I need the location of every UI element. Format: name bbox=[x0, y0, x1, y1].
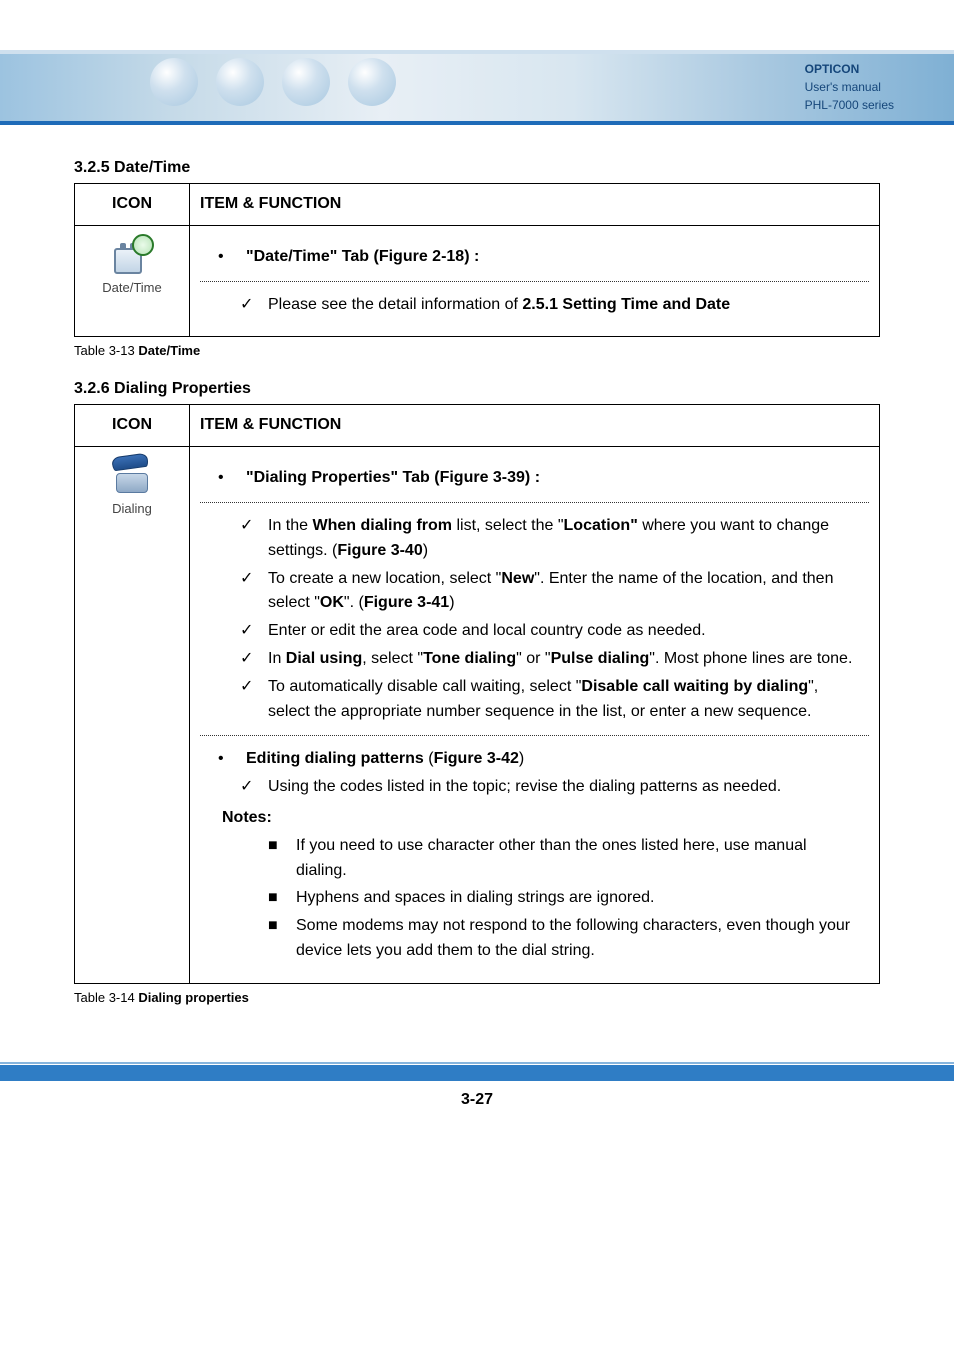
table-caption-dialing: Table 3-14 Dialing properties bbox=[74, 990, 880, 1005]
header-banner: OPTICON User's manual PHL-7000 series bbox=[0, 50, 954, 125]
note-item-1: If you need to use character other than … bbox=[296, 834, 857, 884]
square-bullet-icon: ■ bbox=[268, 834, 296, 859]
bullet-icon: • bbox=[218, 245, 246, 270]
check-icon: ✓ bbox=[240, 675, 268, 700]
date-time-icon bbox=[110, 234, 154, 274]
note-item-2: Hyphens and spaces in dialing strings ar… bbox=[296, 886, 857, 911]
bullet-icon: • bbox=[218, 466, 246, 491]
editing-patterns-heading: Editing dialing patterns (Figure 3-42) bbox=[246, 747, 857, 772]
date-time-tab-heading: "Date/Time" Tab (Figure 2-18) : bbox=[246, 245, 857, 270]
dialing-table: ICON ITEM & FUNCTION Dialing • "Dialing … bbox=[74, 404, 880, 983]
dialing-icon-cell: Dialing bbox=[75, 447, 190, 984]
dialing-item-location: In the When dialing from list, select th… bbox=[268, 514, 857, 564]
footer-bar bbox=[0, 1065, 954, 1081]
check-icon: ✓ bbox=[240, 647, 268, 672]
date-time-detail-text: Please see the detail information of 2.5… bbox=[268, 293, 857, 318]
notes-label: Notes: bbox=[218, 806, 857, 831]
check-icon: ✓ bbox=[240, 567, 268, 592]
col-header-icon-2: ICON bbox=[75, 405, 190, 447]
col-header-function: ITEM & FUNCTION bbox=[190, 184, 880, 226]
table-caption-date-time: Table 3-13 Date/Time bbox=[74, 343, 880, 358]
brand-name: OPTICON bbox=[805, 60, 894, 78]
header-line-2: User's manual bbox=[805, 78, 894, 96]
dialing-item-disable-call-waiting: To automatically disable call waiting, s… bbox=[268, 675, 857, 725]
date-time-icon-label: Date/Time bbox=[85, 278, 179, 298]
dialing-func-cell: • "Dialing Properties" Tab (Figure 3-39)… bbox=[190, 447, 880, 984]
square-bullet-icon: ■ bbox=[268, 914, 296, 939]
section-title-dialing: 3.2.6 Dialing Properties bbox=[74, 380, 880, 398]
note-item-3: Some modems may not respond to the follo… bbox=[296, 914, 857, 964]
col-header-icon: ICON bbox=[75, 184, 190, 226]
header-line-3: PHL-7000 series bbox=[805, 96, 894, 114]
dialing-icon-label: Dialing bbox=[85, 499, 179, 519]
dialing-item-new-location: To create a new location, select "New". … bbox=[268, 567, 857, 617]
dialing-icon bbox=[110, 455, 154, 495]
header-text: OPTICON User's manual PHL-7000 series bbox=[805, 60, 894, 114]
check-icon: ✓ bbox=[240, 293, 268, 318]
col-header-function-2: ITEM & FUNCTION bbox=[190, 405, 880, 447]
dialing-item-dial-using: In Dial using, select "Tone dialing" or … bbox=[268, 647, 857, 672]
check-icon: ✓ bbox=[240, 775, 268, 800]
bullet-icon: • bbox=[218, 747, 246, 772]
date-time-func-cell: • "Date/Time" Tab (Figure 2-18) : ✓ Plea… bbox=[190, 225, 880, 337]
dialing-item-area-code: Enter or edit the area code and local co… bbox=[268, 619, 857, 644]
date-time-table: ICON ITEM & FUNCTION Date/Time • "Date/T… bbox=[74, 183, 880, 337]
dialing-properties-tab-heading: "Dialing Properties" Tab (Figure 3-39) : bbox=[246, 466, 857, 491]
date-time-icon-cell: Date/Time bbox=[75, 225, 190, 337]
check-icon: ✓ bbox=[240, 619, 268, 644]
decorative-circles bbox=[150, 58, 396, 106]
square-bullet-icon: ■ bbox=[268, 886, 296, 911]
check-icon: ✓ bbox=[240, 514, 268, 539]
page-number: 3-27 bbox=[0, 1091, 954, 1109]
editing-patterns-item: Using the codes listed in the topic; rev… bbox=[268, 775, 857, 800]
section-title-date-time: 3.2.5 Date/Time bbox=[74, 159, 880, 177]
